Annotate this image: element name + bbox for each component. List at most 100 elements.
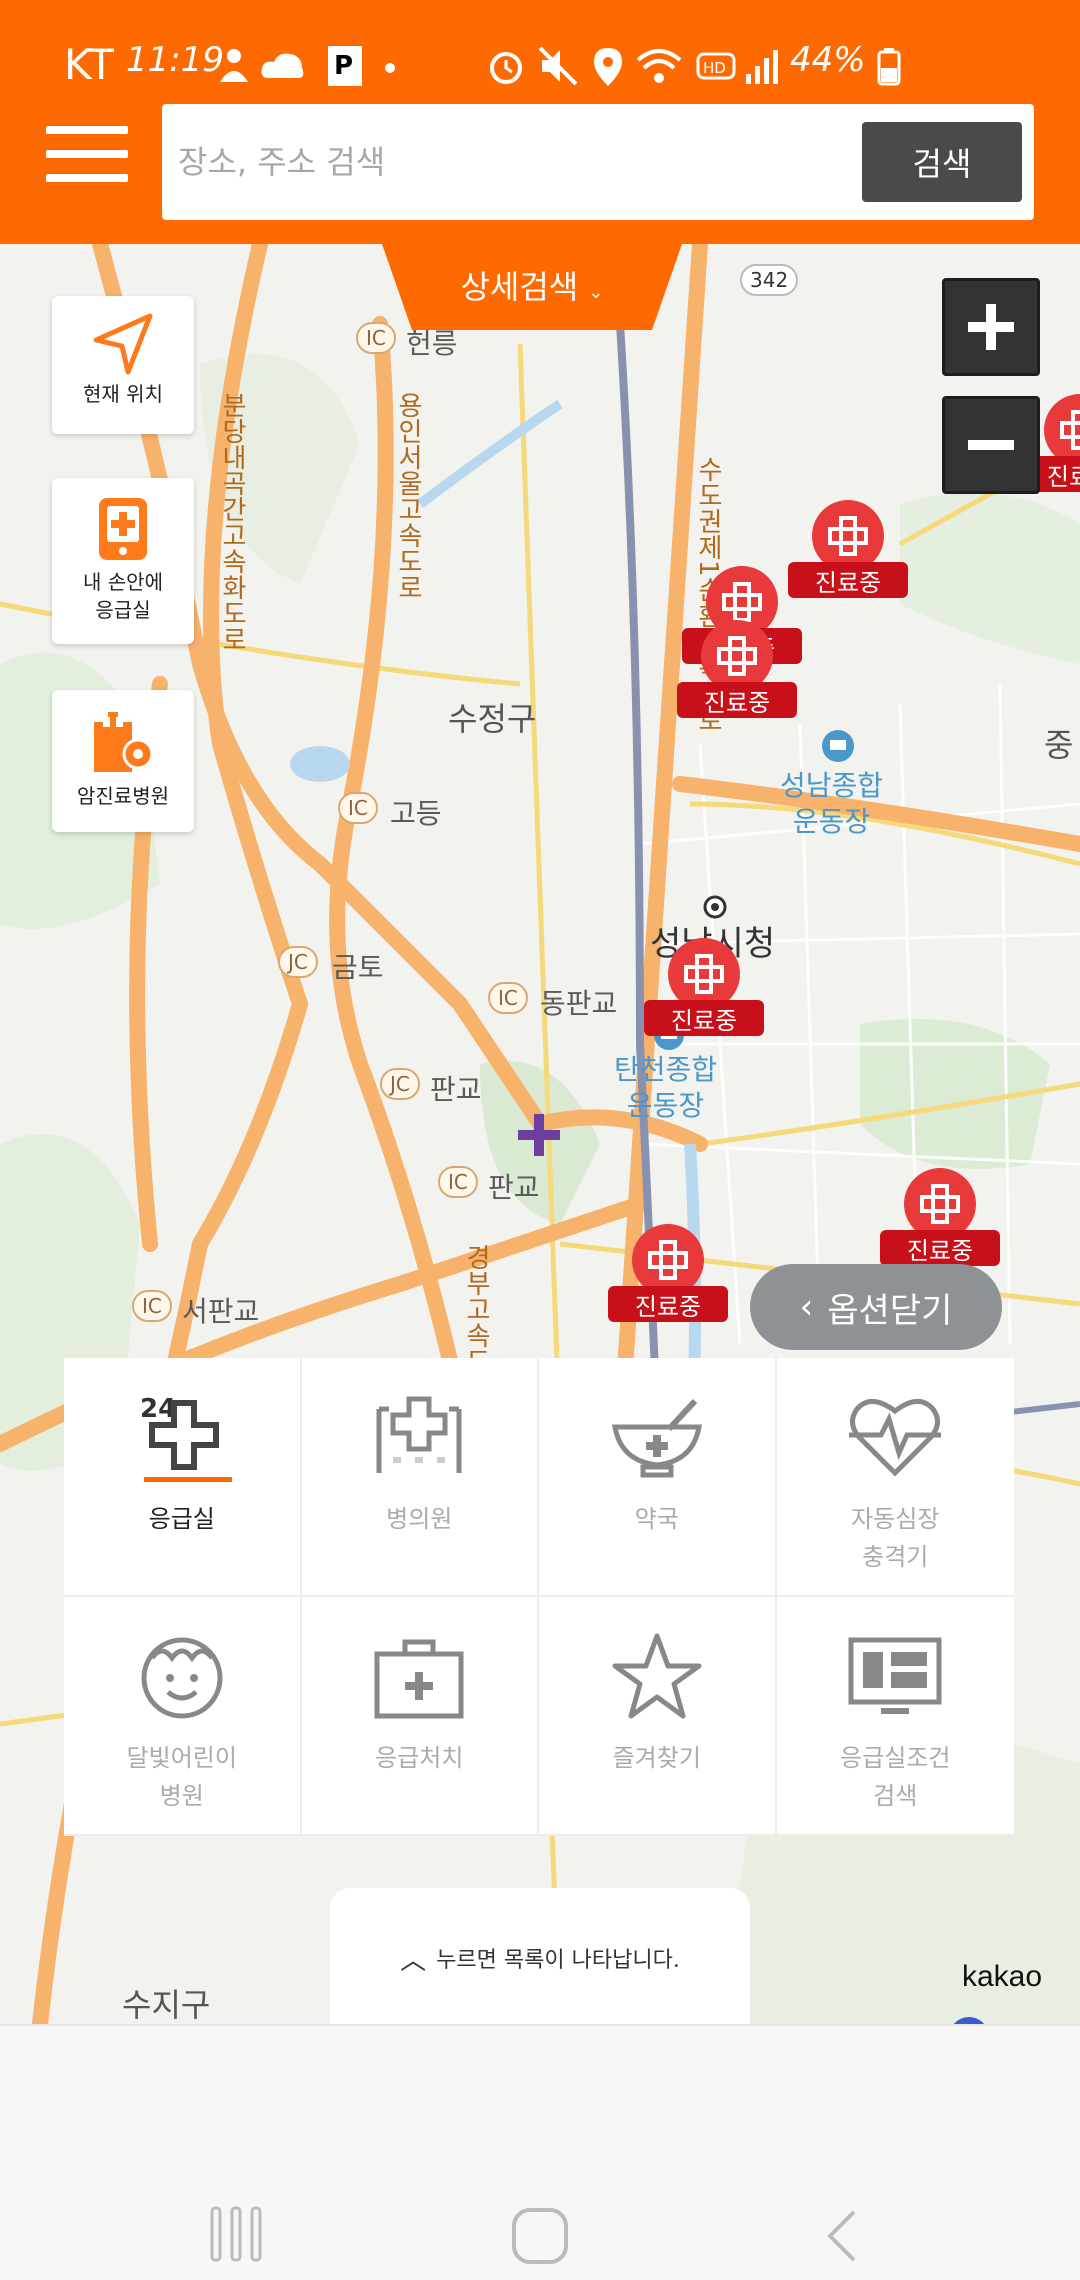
chevron-left-icon: ‹: [799, 1287, 814, 1327]
svg-text:HD: HD: [703, 59, 726, 77]
er-marker[interactable]: 진료중: [608, 1224, 728, 1334]
marker-label: 진료중: [880, 1230, 1000, 1266]
my-er-button[interactable]: 내 손안에 응급실: [52, 478, 194, 644]
location-icon: [594, 48, 622, 86]
option-label: 즐겨찾기: [612, 1744, 701, 1772]
road-label-bundang-naegok: 분당내곡간고속화도로: [217, 392, 247, 652]
kakao-attribution: kakao: [962, 1960, 1043, 1993]
ic-badge: IC: [132, 1290, 172, 1322]
option-first-aid[interactable]: 응급처치: [301, 1597, 539, 1836]
marker-label: 진료중: [608, 1286, 728, 1322]
cancer-hospital-icon: [94, 712, 154, 772]
minus-icon: [968, 440, 1014, 450]
er-marker[interactable]: 진료중: [880, 1168, 1000, 1278]
marker-label: 진료중: [644, 1000, 764, 1036]
option-label: 자동심장 충격기: [851, 1505, 940, 1571]
child-face-icon: [122, 1623, 242, 1733]
map-label-seongnam-stadium: 성남종합 운동장: [780, 769, 884, 838]
hamburger-menu-button[interactable]: [46, 124, 128, 184]
option-er-condition-search[interactable]: 응급실조건 검색: [776, 1597, 1014, 1836]
jc-badge: JC: [380, 1068, 420, 1100]
pharmacy-icon: [597, 1384, 717, 1494]
map-label-jung: 중: [1044, 726, 1074, 764]
status-bar: KT 11:19 P HD 44%: [0, 0, 1080, 100]
star-icon: [597, 1623, 717, 1733]
svg-text:24: 24: [140, 1394, 176, 1424]
map-label-dongpangyo: 동판교: [540, 987, 618, 1020]
option-close-button[interactable]: ‹ 옵션닫기: [750, 1264, 1002, 1350]
stadium-icon: [822, 730, 854, 762]
search-bar: 검색: [162, 104, 1034, 220]
my-er-label-1: 내 손안에: [83, 570, 163, 594]
current-location-button[interactable]: 현재 위치: [52, 296, 194, 434]
map-label-pangyo-jc: 판교: [430, 1073, 482, 1106]
map-label-suji: 수지구: [122, 1986, 211, 2024]
map-label-tancheon-stadium: 탄천종합 운동장: [614, 1053, 718, 1122]
carrier-label: KT: [64, 40, 114, 89]
er-marker[interactable]: 진료중: [788, 500, 908, 610]
list-toggle-hint[interactable]: ︿ 누르면 목록이 나타납니다.: [330, 1888, 750, 2028]
defibrillator-icon: [835, 1384, 955, 1494]
option-grid: 24 응급실 병의원 약국 자동심장 충격기 달빛어린이 병원 응급처치 즐겨찾…: [64, 1358, 1014, 1836]
signal-icon: [746, 50, 778, 84]
zoom-out-button[interactable]: [942, 396, 1040, 494]
option-close-label: 옵션닫기: [827, 1290, 953, 1331]
current-location-label: 현재 위치: [83, 382, 163, 406]
option-favorites[interactable]: 즐겨찾기: [539, 1597, 777, 1836]
option-defibrillator[interactable]: 자동심장 충격기: [776, 1358, 1014, 1597]
search-input[interactable]: [178, 124, 808, 200]
battery-icon: [877, 48, 901, 86]
marker-label: 진료중: [788, 562, 908, 598]
recent-apps-icon[interactable]: [210, 2206, 264, 2262]
battery-percent: 44%: [790, 40, 866, 80]
option-label: 응급처치: [375, 1744, 464, 1772]
option-label: 달빛어린이 병원: [126, 1744, 237, 1810]
option-moonlight-children-hospital[interactable]: 달빛어린이 병원: [64, 1597, 302, 1836]
map-edge-dot: [953, 2017, 985, 2024]
option-pharmacy[interactable]: 약국: [539, 1358, 777, 1597]
option-label: 응급실: [148, 1505, 215, 1533]
road-number-badge: 342: [740, 264, 799, 296]
chevron-down-icon: ⌄: [588, 282, 604, 303]
option-label: 응급실조건 검색: [840, 1744, 951, 1810]
ic-badge: IC: [438, 1166, 478, 1198]
hospital-icon: [359, 1384, 479, 1494]
user-status-icon: [220, 49, 248, 82]
map-label-seopangyo: 서판교: [182, 1295, 260, 1328]
svg-text:P: P: [334, 51, 353, 81]
hd-icon: HD: [696, 52, 736, 80]
back-icon[interactable]: [822, 2206, 862, 2266]
monitor-icon: [835, 1623, 955, 1733]
search-button[interactable]: 검색: [862, 122, 1022, 202]
map-label-pangyo-ic: 판교: [488, 1171, 540, 1204]
map-label-geumto: 금토: [332, 951, 384, 984]
cancer-hospital-label: 암진료병원: [77, 784, 169, 808]
mute-icon: [538, 46, 578, 86]
plus-icon: [968, 304, 1014, 350]
detail-search-label: 상세검색: [460, 268, 579, 306]
alarm-icon: [490, 52, 522, 84]
app-header: KT 11:19 P HD 44% 검색: [0, 0, 1080, 244]
option-hospital[interactable]: 병의원: [301, 1358, 539, 1597]
city-hall-icon: [703, 895, 727, 919]
pass-app-icon: P: [328, 46, 362, 86]
road-label-yongin-seoul: 용인서울고속도로: [393, 392, 423, 600]
cancer-hospital-button[interactable]: 암진료병원: [52, 690, 194, 832]
marker-label: 진료중: [677, 682, 797, 718]
chevron-up-icon: ︿: [400, 1945, 427, 1976]
notification-dot-icon: [385, 63, 395, 73]
zoom-in-button[interactable]: [942, 278, 1040, 376]
my-er-label-2: 응급실: [95, 598, 151, 622]
detail-search-tab[interactable]: 상세검색 ⌄: [382, 244, 682, 330]
jc-badge: JC: [278, 946, 318, 978]
wifi-icon: [636, 49, 682, 83]
phone-er-icon: [99, 498, 147, 560]
system-nav-bar: [0, 2024, 1080, 2280]
er-24-icon: 24: [122, 1384, 242, 1494]
er-marker[interactable]: 진료중: [644, 938, 764, 1048]
er-marker[interactable]: 진료중: [677, 620, 797, 730]
option-er[interactable]: 24 응급실: [64, 1358, 302, 1597]
hospital-cross-icon[interactable]: [516, 1112, 562, 1158]
home-icon[interactable]: [510, 2206, 570, 2266]
ic-badge: IC: [488, 982, 528, 1014]
